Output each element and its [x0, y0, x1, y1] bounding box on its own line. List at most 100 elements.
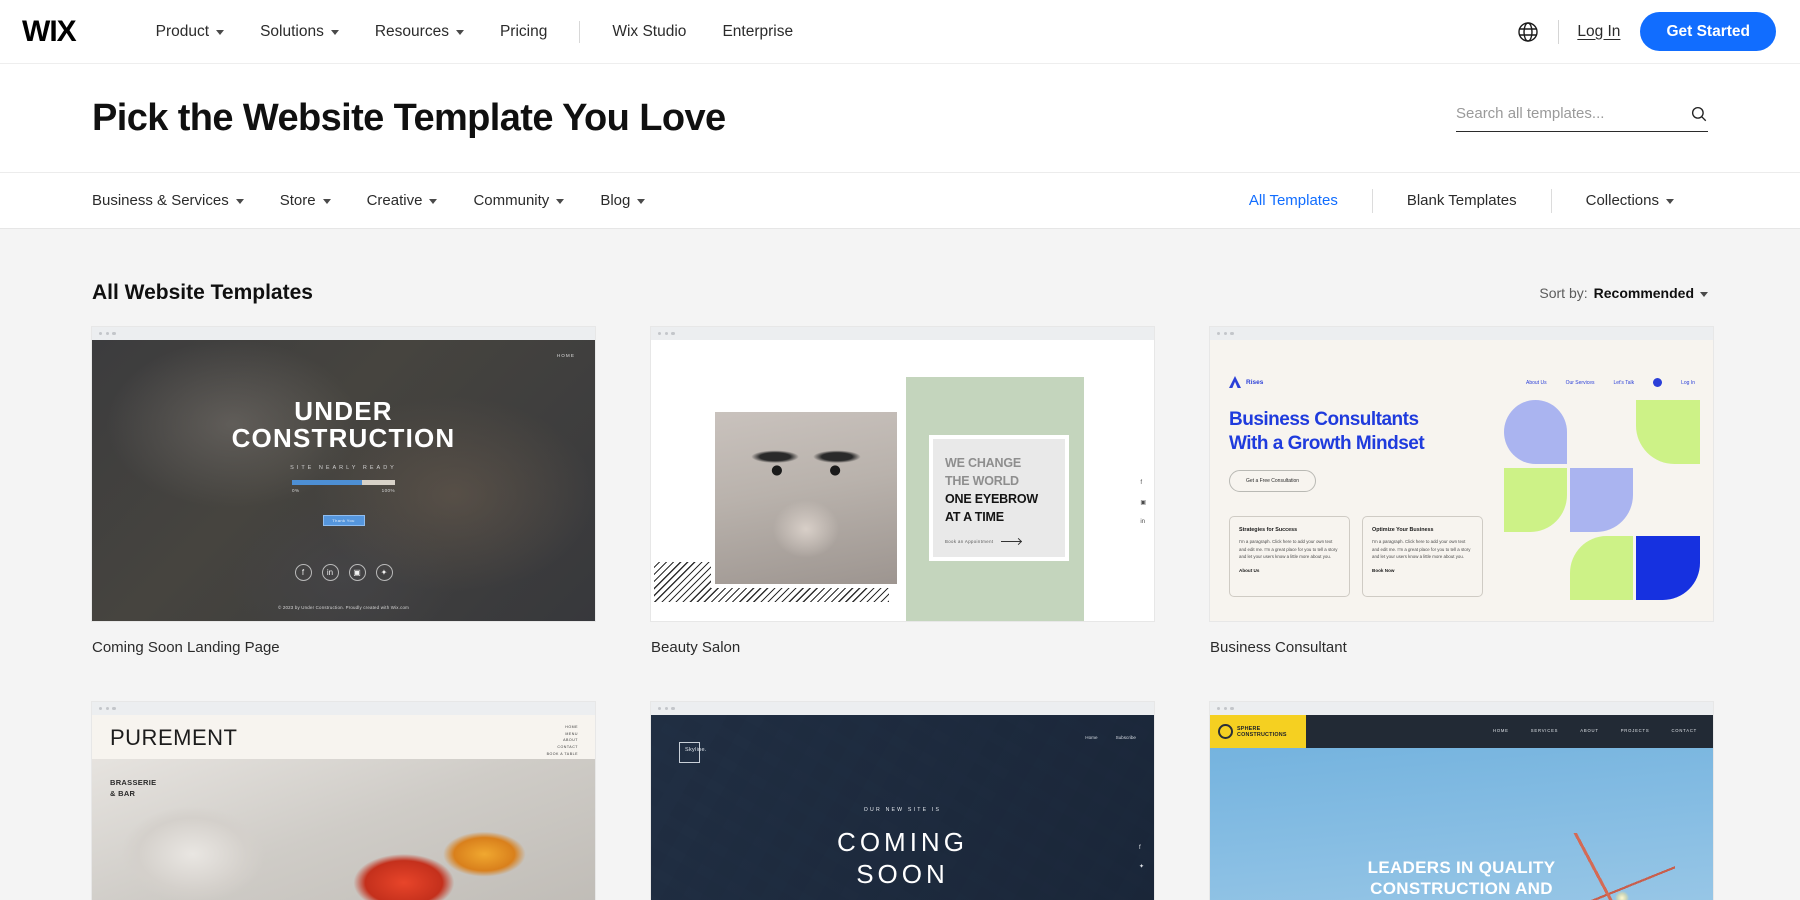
template-thumbnail[interactable]: BRW BAR INC ABOUT TREATMENTS PACKAGES CO… [651, 327, 1154, 621]
search-input[interactable] [1456, 105, 1690, 122]
preview-heading-line1: LEADERS IN QUALITY [1367, 858, 1556, 877]
preview-portrait-photo [711, 408, 901, 588]
tab-blank-templates[interactable]: Blank Templates [1373, 192, 1551, 209]
browser-chrome-bar [1210, 702, 1713, 715]
template-card[interactable]: HOME UNDER CONSTRUCTION SITE NEARLY READ… [92, 327, 595, 702]
category-store[interactable]: Store [262, 192, 349, 209]
header-actions: Log In Get Started [1516, 11, 1776, 52]
get-started-button[interactable]: Get Started [1640, 11, 1776, 52]
category-business-services[interactable]: Business & Services [92, 192, 262, 209]
shape-icon [1636, 400, 1700, 464]
chevron-down-icon [1666, 199, 1674, 204]
preview-nav: About Us Our Services Let's Talk Log In [1526, 378, 1695, 387]
preview-nav-item: Subscribe [1115, 735, 1136, 740]
nav-item-pricing[interactable]: Pricing [482, 23, 565, 41]
preview-heading-line2: CONSTRUCTION AND [1370, 879, 1553, 899]
shape-icon [1504, 400, 1567, 464]
category-community[interactable]: Community [455, 192, 582, 209]
template-card[interactable]: Rises About Us Our Services Let's Talk L… [1210, 327, 1713, 702]
preview-nav: HOME SERVICES ABOUT PROJECTS CONTACT [1493, 728, 1697, 733]
avatar-icon [1653, 378, 1663, 387]
category-blog[interactable]: Blog [582, 192, 663, 209]
window-dot-icon [658, 706, 662, 711]
feature-card-link: Book Now [1372, 567, 1395, 573]
browser-chrome-bar [92, 702, 595, 715]
sphere-icon [1218, 724, 1233, 739]
window-dot-icon [99, 331, 103, 336]
window-dot-icon [112, 331, 116, 336]
log-in-link[interactable]: Log In [1577, 23, 1620, 41]
sort-by-value: Recommended [1593, 285, 1694, 301]
template-thumbnail[interactable]: Rises About Us Our Services Let's Talk L… [1210, 327, 1713, 621]
preview-progress-labels: 0% 100% [292, 488, 395, 493]
chevron-down-icon [429, 199, 438, 204]
template-card[interactable]: Skyline. Home Subscribe OUR NEW SITE IS … [651, 702, 1154, 900]
tab-collections[interactable]: Collections [1552, 192, 1708, 209]
cta-label: Book an Appointment [945, 538, 994, 544]
browser-chrome-bar [92, 327, 595, 340]
category-label: Community [473, 192, 550, 209]
globe-icon[interactable] [1516, 20, 1540, 44]
template-thumbnail[interactable]: SPHERE CONSTRUCTIONS HOME SERVICES ABOUT… [1210, 702, 1713, 900]
tab-all-templates[interactable]: All Templates [1215, 192, 1372, 209]
template-card[interactable]: BRW BAR INC ABOUT TREATMENTS PACKAGES CO… [651, 327, 1154, 702]
preview-heading-line2: CONSTRUCTION [231, 423, 456, 454]
search-icon[interactable] [1690, 105, 1708, 123]
wix-logo[interactable]: WIX [22, 16, 77, 47]
browser-chrome-bar [651, 702, 1154, 715]
nav-item-product[interactable]: Product [138, 23, 242, 41]
preview-heading-line1: COMING [837, 827, 968, 857]
instagram-icon: ▣ [1140, 500, 1146, 506]
nav-item-wix-studio[interactable]: Wix Studio [594, 23, 704, 41]
nav-divider [579, 20, 581, 43]
nav-label: Product [155, 22, 210, 40]
preview-footer: © 2023 by Under Construction. Proudly cr… [278, 605, 409, 611]
preview-nav: HOME MENU ABOUT CONTACT BOOK A TABLE [547, 724, 578, 757]
chevron-down-icon [556, 199, 565, 204]
preview-cta: Book an Appointment [945, 539, 1065, 544]
shape-icon [1570, 536, 1633, 600]
preview-heading-line1: Business Consultants [1229, 409, 1419, 430]
section-header: All Website Templates Sort by: Recommend… [92, 229, 1708, 327]
preview-logo: PUREMENT [110, 725, 238, 750]
instagram-icon: ▣ [348, 564, 366, 582]
preview-nav-item: CONTACT [1671, 728, 1697, 733]
preview-topbar [651, 340, 1154, 376]
preview-logo-text: Rises [1246, 378, 1264, 386]
template-thumbnail[interactable]: Skyline. Home Subscribe OUR NEW SITE IS … [651, 702, 1154, 900]
nav-item-enterprise[interactable]: Enterprise [704, 23, 811, 41]
preview-button: Get a Free Consultation [1229, 470, 1317, 492]
quote-line3: ONE EYEBROW [945, 492, 1038, 507]
window-dot-icon [99, 706, 103, 711]
nav-item-solutions[interactable]: Solutions [242, 23, 357, 41]
template-thumbnail[interactable]: HOME UNDER CONSTRUCTION SITE NEARLY READ… [92, 327, 595, 621]
preview-nav-item: MENU [565, 731, 578, 736]
progress-end-label: 100% [381, 488, 395, 494]
preview-heading: COMING SOON [651, 827, 1154, 890]
template-name: Beauty Salon [651, 639, 741, 656]
sort-by-dropdown[interactable]: Sort by: Recommended [1539, 285, 1708, 301]
search-bar[interactable] [1456, 105, 1708, 132]
tab-label: All Templates [1248, 192, 1338, 209]
template-name: Coming Soon Landing Page [92, 639, 280, 656]
template-card[interactable]: SPHERE CONSTRUCTIONS HOME SERVICES ABOUT… [1210, 702, 1713, 900]
feature-card-body: I'm a paragraph. Click here to add your … [1372, 539, 1471, 560]
template-card[interactable]: PUREMENT HOME MENU ABOUT CONTACT BOOK A … [92, 702, 595, 900]
nav-label: Wix Studio [612, 22, 687, 40]
shape-icon [1504, 468, 1567, 532]
progress-fill [292, 480, 363, 486]
templates-gallery: All Website Templates Sort by: Recommend… [0, 229, 1800, 900]
preview-button: Thank You [322, 515, 365, 527]
twitter-icon: ✦ [1138, 864, 1144, 870]
twitter-icon: ✦ [375, 564, 393, 582]
template-thumbnail[interactable]: PUREMENT HOME MENU ABOUT CONTACT BOOK A … [92, 702, 595, 900]
preview-nav-item: ABOUT [1580, 728, 1599, 733]
nav-label: Resources [374, 22, 449, 40]
title-band: Pick the Website Template You Love [0, 64, 1800, 172]
template-name: Business Consultant [1210, 639, 1347, 656]
category-label: Creative [366, 192, 423, 209]
nav-item-resources[interactable]: Resources [357, 23, 482, 41]
preview-social-links: f in ▣ ✦ [294, 564, 393, 582]
shape-icon [1570, 468, 1633, 532]
category-creative[interactable]: Creative [349, 192, 456, 209]
